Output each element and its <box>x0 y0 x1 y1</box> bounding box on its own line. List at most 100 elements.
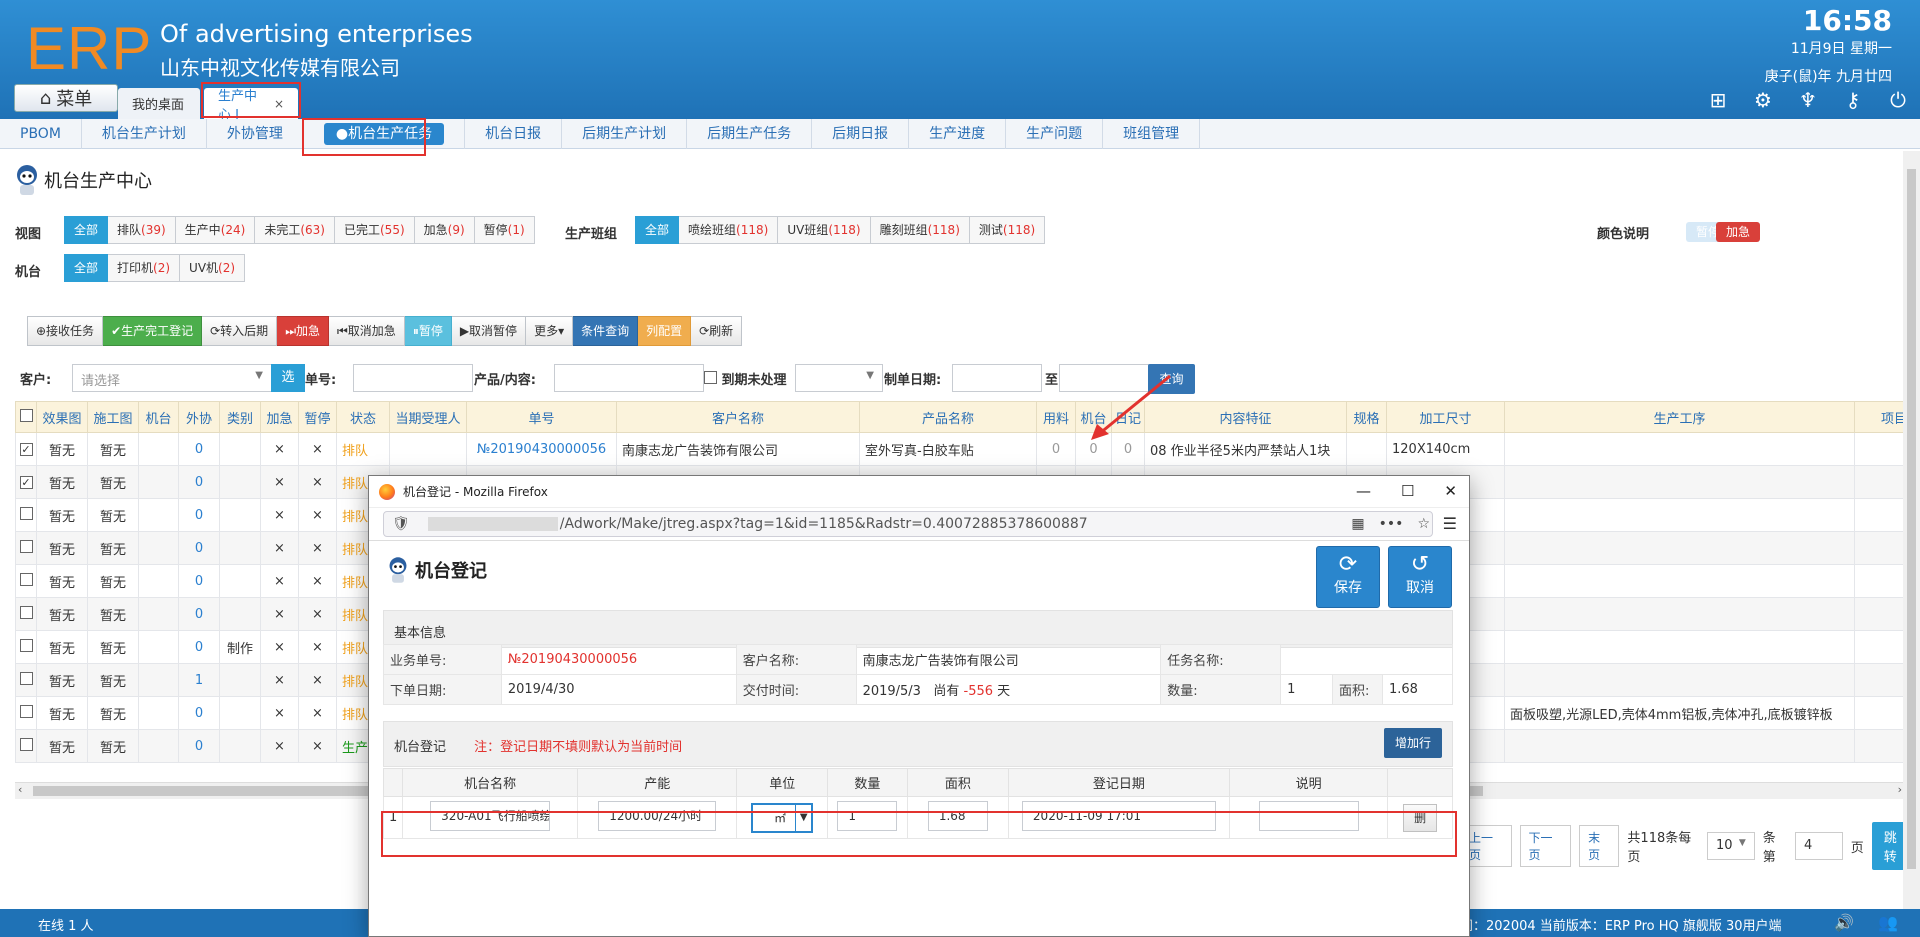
table-row[interactable]: ✓ 暂无 暂无 0 × × 排队 №20190430000056 南康志龙广告装饰有限公司 室外写… <box>15 432 1920 466</box>
nav-item-outsource[interactable]: 外协管理 <box>207 118 304 149</box>
speaker-icon[interactable]: 🔊 <box>1834 913 1854 932</box>
window-titlebar[interactable]: 机台登记 - Mozilla Firefox — ☐ ✕ <box>369 476 1469 508</box>
row-checkbox[interactable] <box>15 663 37 697</box>
qr-code-icon[interactable]: ▦ <box>1351 516 1364 532</box>
view-finished[interactable]: 已完工(55) <box>334 216 415 244</box>
nav-item-post-plan[interactable]: 后期生产计划 <box>562 118 688 149</box>
power-icon[interactable]: ⏻ <box>1886 88 1910 112</box>
nav-item-machine-daily[interactable]: 机台日报 <box>465 118 563 149</box>
team-test[interactable]: 测试(118) <box>969 216 1046 244</box>
per-page-select[interactable]: 10 ▼ <box>1706 832 1755 860</box>
row-checkbox[interactable]: ✓ <box>15 465 37 499</box>
last-page-button[interactable]: 末页 <box>1579 825 1620 867</box>
nav-item-progress[interactable]: 生产进度 <box>909 118 1007 149</box>
outsource-cell[interactable]: 0 <box>178 432 220 466</box>
cancel-urgent-button[interactable]: ⏮取消加急 <box>329 316 405 346</box>
machine-uv[interactable]: UV机(2) <box>180 254 246 282</box>
col-effect[interactable]: 效果图 <box>36 401 88 433</box>
page-number-input[interactable]: 4 <box>1794 832 1843 860</box>
star-icon[interactable]: ☆ <box>1417 516 1430 532</box>
col-select[interactable] <box>15 401 37 433</box>
outsource-cell[interactable]: 0 <box>178 696 220 730</box>
col-process[interactable]: 生产工序 <box>1504 401 1855 433</box>
close-icon[interactable]: ✕ <box>1444 482 1457 500</box>
hamburger-icon[interactable]: ☰ <box>1443 514 1457 533</box>
refresh-button[interactable]: ⟳刷新 <box>691 316 743 346</box>
nav-item-post-daily[interactable]: 后期日报 <box>812 118 910 149</box>
row-checkbox[interactable] <box>15 597 37 631</box>
cancel-button[interactable]: ↺ 取消 <box>1388 546 1452 608</box>
overdue-select[interactable]: ▼ <box>795 364 883 392</box>
condition-query-button[interactable]: 条件查询 <box>573 316 639 346</box>
order-input[interactable] <box>353 364 473 392</box>
col-outsource[interactable]: 外协 <box>178 401 220 433</box>
outsource-cell[interactable]: 1 <box>178 663 220 697</box>
col-construction[interactable]: 施工图 <box>87 401 139 433</box>
overdue-checkbox[interactable] <box>704 371 717 384</box>
add-row-button[interactable]: 增加行 <box>1384 728 1442 758</box>
nav-item-issues[interactable]: 生产问题 <box>1006 118 1104 149</box>
order-no-cell[interactable]: №20190430000056 <box>466 432 617 466</box>
next-page-button[interactable]: 下一页 <box>1519 825 1572 867</box>
col-machine[interactable]: 机台 <box>138 401 179 433</box>
customer-select-button[interactable]: 选 <box>271 364 305 392</box>
tab-my-desktop[interactable]: 我的桌面 <box>118 88 200 119</box>
col-spec[interactable]: 规格 <box>1346 401 1387 433</box>
nav-item-teams[interactable]: 班组管理 <box>1103 118 1201 149</box>
outsource-cell[interactable]: 0 <box>178 564 220 598</box>
column-config-button[interactable]: 列配置 <box>638 316 692 346</box>
users-icon[interactable]: 👥 <box>1878 913 1898 932</box>
row-checkbox[interactable] <box>15 729 37 763</box>
team-uv[interactable]: UV班组(118) <box>778 216 871 244</box>
receive-task-button[interactable]: ⊕接收任务 <box>27 316 104 346</box>
product-input[interactable] <box>554 364 704 392</box>
row-checkbox[interactable] <box>15 630 37 664</box>
nav-item-post-task[interactable]: 后期生产任务 <box>687 118 813 149</box>
row-checkbox[interactable] <box>15 564 37 598</box>
scroll-thumb[interactable] <box>1907 169 1916 869</box>
col-material[interactable]: 用料 <box>1036 401 1076 433</box>
customer-select[interactable]: 请选择 ▼ <box>72 364 272 392</box>
col-size[interactable]: 加工尺寸 <box>1386 401 1505 433</box>
view-queue[interactable]: 排队(39) <box>108 216 176 244</box>
col-urgent[interactable]: 加急 <box>260 401 299 433</box>
chevron-right-icon[interactable]: › <box>1898 783 1902 796</box>
outsource-cell[interactable]: 0 <box>178 498 220 532</box>
view-all[interactable]: 全部 <box>64 216 109 244</box>
date-from-input[interactable] <box>952 364 1042 392</box>
row-checkbox[interactable] <box>15 531 37 565</box>
cancel-pause-button[interactable]: ▶取消暂停 <box>451 316 527 346</box>
grid-add-icon[interactable]: ⊞ <box>1706 88 1730 112</box>
save-button[interactable]: ⟳ 保存 <box>1316 546 1380 608</box>
col-customer[interactable]: 客户名称 <box>616 401 860 433</box>
urgent-button[interactable]: ⏭加急 <box>277 316 329 346</box>
team-engrave[interactable]: 雕刻班组(118) <box>870 216 970 244</box>
outsource-cell[interactable]: 0 <box>178 597 220 631</box>
view-unfinished[interactable]: 未完工(63) <box>255 216 335 244</box>
team-spray[interactable]: 喷绘班组(118) <box>679 216 779 244</box>
col-status[interactable]: 状态 <box>336 401 390 433</box>
team-all[interactable]: 全部 <box>635 216 680 244</box>
col-category[interactable]: 类别 <box>219 401 261 433</box>
view-paused[interactable]: 暂停(1) <box>474 216 535 244</box>
col-pause[interactable]: 暂停 <box>298 401 337 433</box>
outsource-cell[interactable]: 0 <box>178 465 220 499</box>
col-handler[interactable]: 当期受理人 <box>389 401 467 433</box>
view-urgent[interactable]: 加急(9) <box>414 216 475 244</box>
more-icon[interactable]: ••• <box>1379 516 1404 532</box>
row-checkbox[interactable] <box>15 498 37 532</box>
view-producing[interactable]: 生产中(24) <box>175 216 256 244</box>
row-checkbox[interactable] <box>15 696 37 730</box>
gear-icon[interactable]: ⚙ <box>1751 88 1775 112</box>
overdue-checkbox-wrap[interactable]: 到期未处理 <box>704 369 787 388</box>
outsource-cell[interactable]: 0 <box>178 729 220 763</box>
shirt-icon[interactable]: ♆ <box>1796 88 1820 112</box>
col-order-no[interactable]: 单号 <box>466 401 617 433</box>
key-icon[interactable]: ⚷ <box>1841 88 1865 112</box>
more-button[interactable]: 更多▾ <box>526 316 574 346</box>
machine-all[interactable]: 全部 <box>64 254 109 282</box>
col-product[interactable]: 产品名称 <box>859 401 1037 433</box>
address-field[interactable]: 🛡 /Adwork/Make/jtreg.aspx?tag=1&id=1185&… <box>383 511 1433 537</box>
machine-printer[interactable]: 打印机(2) <box>108 254 181 282</box>
vertical-scrollbar[interactable] <box>1903 151 1920 909</box>
